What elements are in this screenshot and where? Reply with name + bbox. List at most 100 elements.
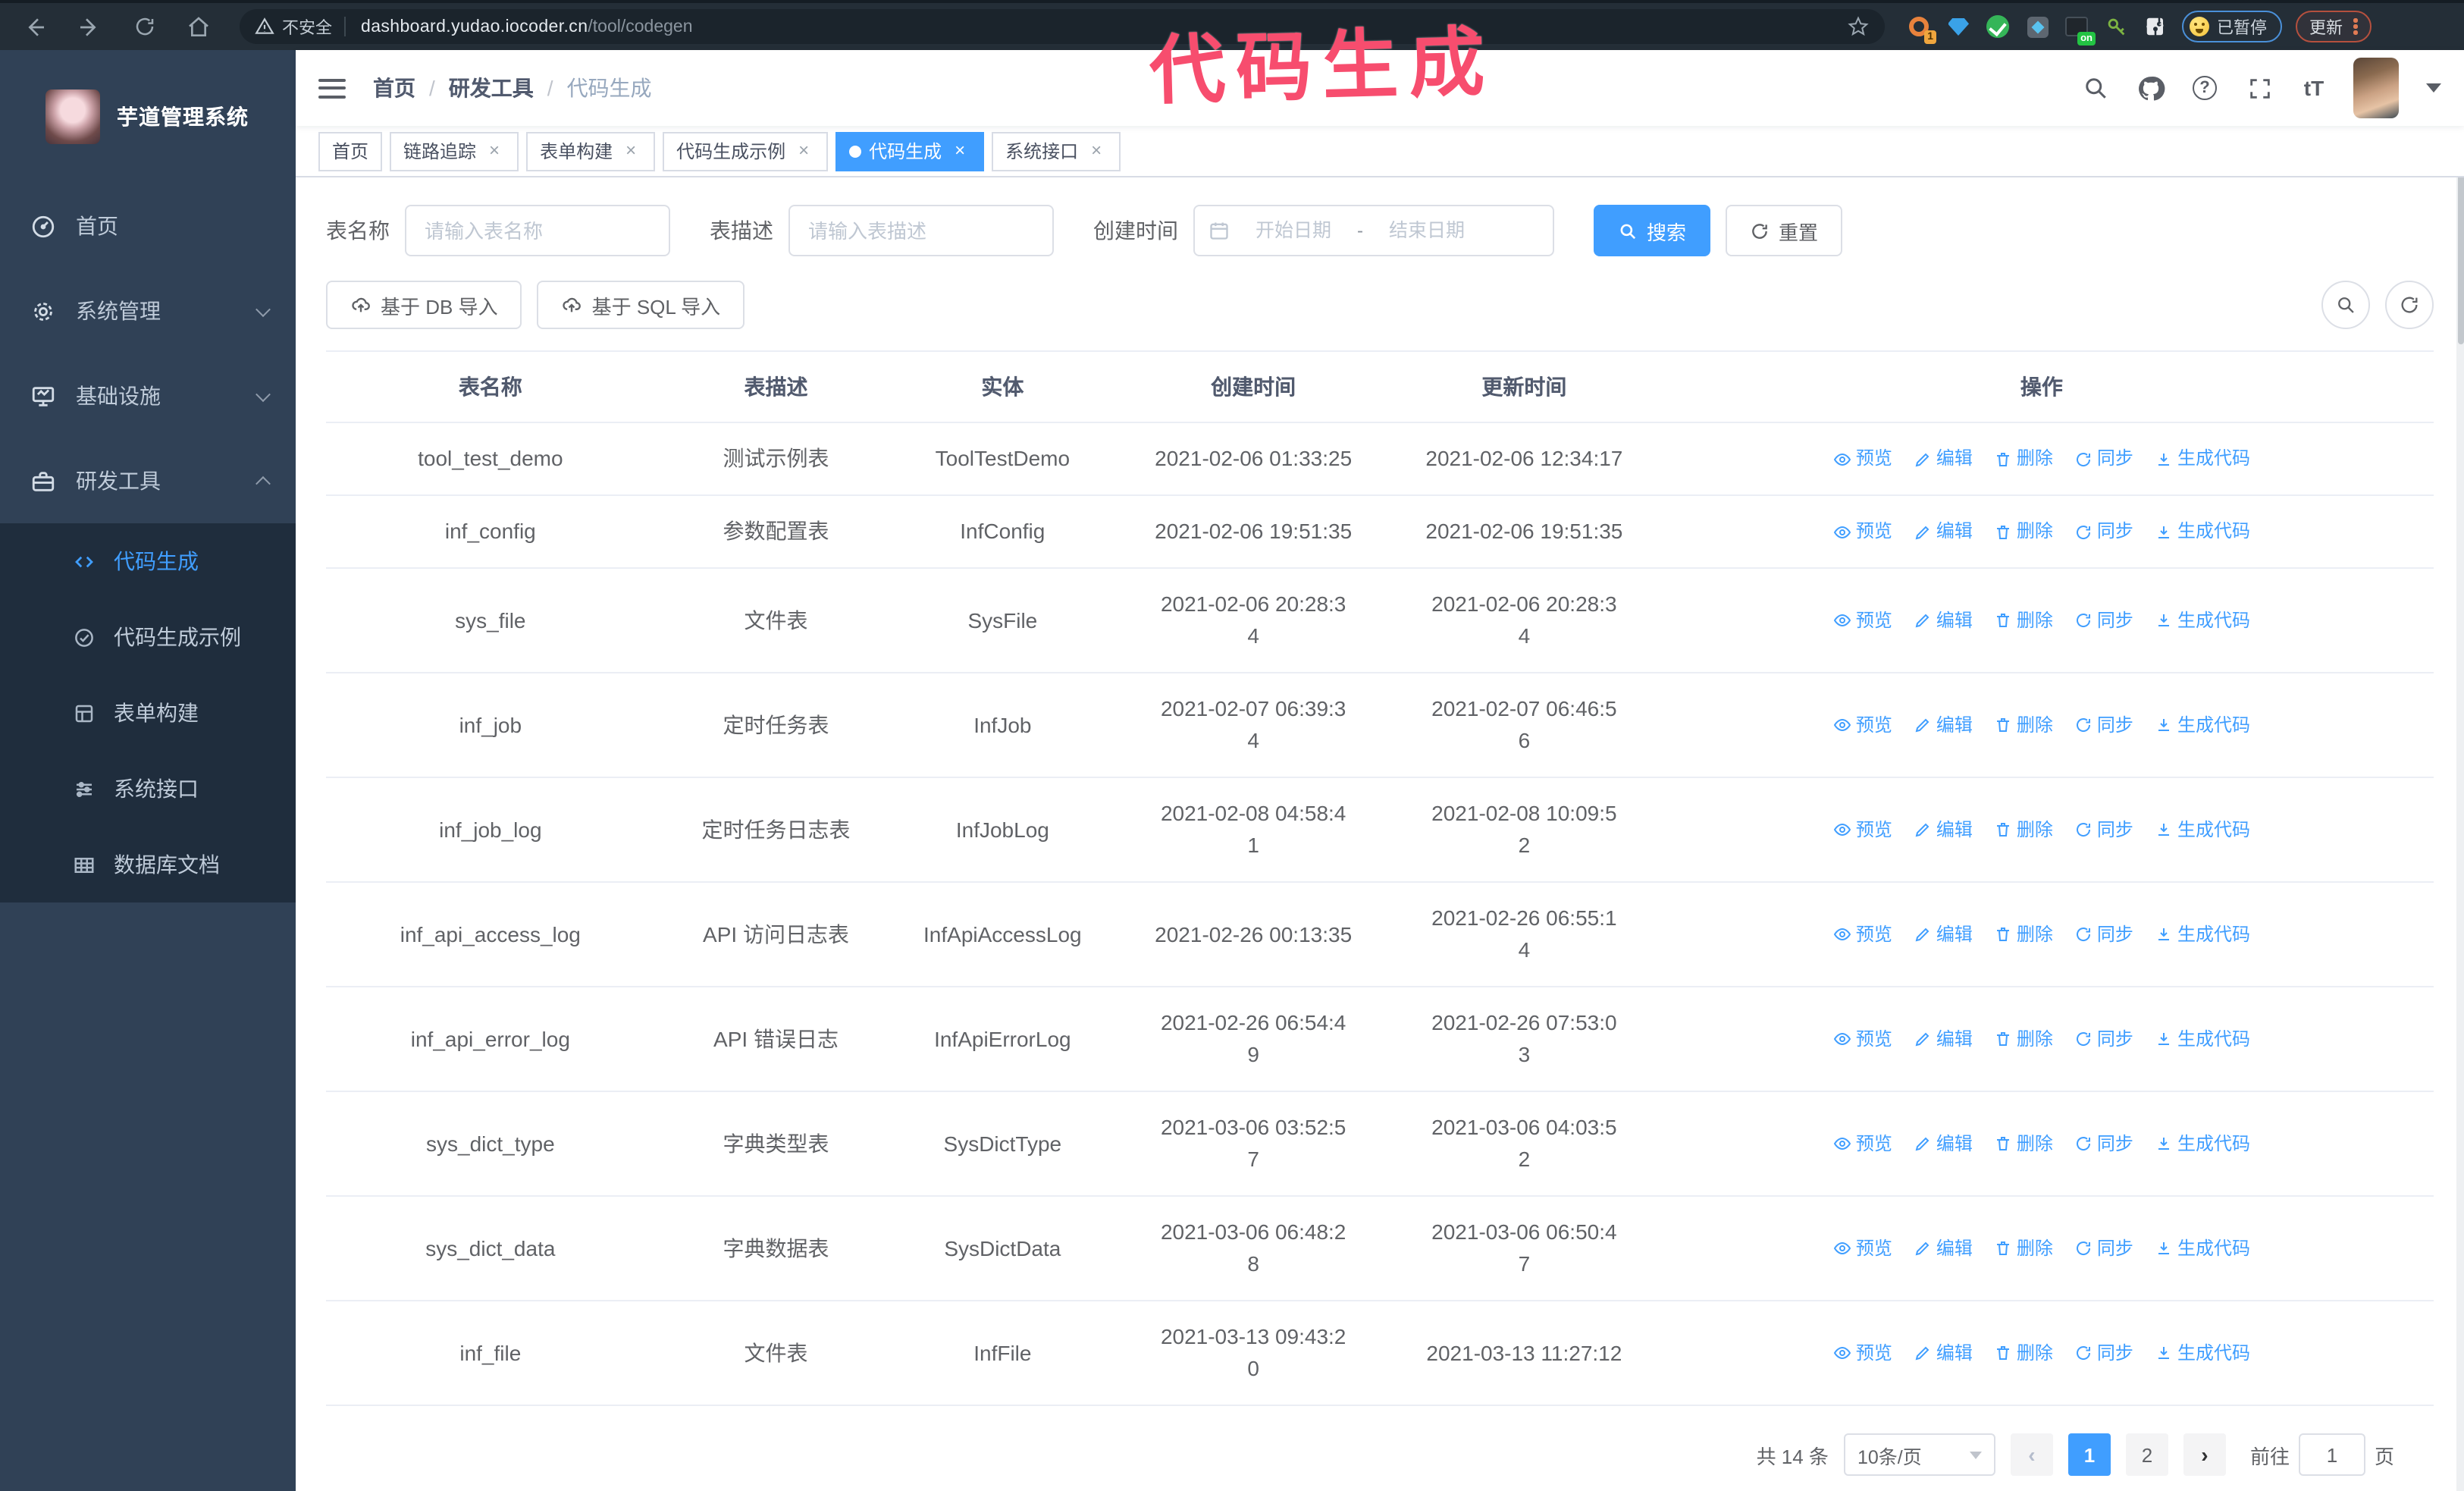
reset-button[interactable]: 重置 [1726,205,1843,256]
generate-code-action[interactable]: 生成代码 [2155,604,2250,636]
toggle-search-button[interactable] [2321,281,2370,329]
generate-code-action[interactable]: 生成代码 [2155,1337,2250,1369]
generate-code-action[interactable]: 生成代码 [2155,516,2250,548]
page-scrollbar[interactable] [2456,50,2464,1491]
import-sql-button[interactable]: 基于 SQL 导入 [537,281,745,329]
sync-action[interactable]: 同步 [2074,604,2133,636]
edit-action[interactable]: 编辑 [1914,1337,1973,1369]
fullscreen-icon[interactable] [2244,73,2274,103]
sync-action[interactable]: 同步 [2074,516,2133,548]
preview-action[interactable]: 预览 [1833,1232,1892,1264]
profile-paused-pill[interactable]: 已暂停 [2182,11,2282,42]
sidebar-item-form-builder[interactable]: 表单构建 [0,675,296,751]
sidebar-item-codegen-example[interactable]: 代码生成示例 [0,599,296,675]
generate-code-action[interactable]: 生成代码 [2155,1128,2250,1160]
search-icon[interactable] [2080,73,2111,103]
sidebar-item-system-api[interactable]: 系统接口 [0,751,296,827]
delete-action[interactable]: 删除 [1994,604,2053,636]
help-icon[interactable] [2190,73,2220,103]
preview-action[interactable]: 预览 [1833,604,1892,636]
delete-action[interactable]: 删除 [1994,814,2053,846]
preview-action[interactable]: 预览 [1833,443,1892,475]
tag-system-api[interactable]: 系统接口 [992,131,1121,171]
sidebar-item-infrastructure[interactable]: 基础设施 [0,353,296,438]
next-page-button[interactable]: › [2183,1433,2226,1476]
user-avatar[interactable] [2353,58,2399,118]
delete-action[interactable]: 删除 [1994,918,2053,950]
app-logo[interactable]: 芋道管理系统 [0,50,296,184]
search-button[interactable]: 搜索 [1594,205,1711,256]
browser-update-button[interactable]: 更新 [2296,11,2371,42]
browser-forward-button[interactable] [70,7,109,46]
extension-key-icon[interactable] [2103,14,2129,39]
preview-action[interactable]: 预览 [1833,918,1892,950]
close-icon[interactable] [620,140,641,162]
edit-action[interactable]: 编辑 [1914,1232,1973,1264]
prev-page-button[interactable]: ‹ [2010,1433,2053,1476]
extension-on-icon[interactable]: on [2064,14,2096,46]
sidebar-item-db-doc[interactable]: 数据库文档 [0,827,296,902]
sidebar-item-codegen[interactable]: 代码生成 [0,523,296,599]
sync-action[interactable]: 同步 [2074,1128,2133,1160]
generate-code-action[interactable]: 生成代码 [2155,709,2250,741]
extension-shield-check-icon[interactable] [1985,14,2011,39]
generate-code-action[interactable]: 生成代码 [2155,1232,2250,1264]
tag-codegen-example[interactable]: 代码生成示例 [663,131,829,171]
end-date-input[interactable] [1372,220,1481,241]
tag-form-builder[interactable]: 表单构建 [526,131,656,171]
close-icon[interactable] [1086,140,1107,162]
delete-action[interactable]: 删除 [1994,1337,2053,1369]
preview-action[interactable]: 预览 [1833,709,1892,741]
goto-page-input[interactable] [2298,1433,2365,1476]
delete-action[interactable]: 删除 [1994,1128,2053,1160]
tag-codegen-active[interactable]: 代码生成 [835,131,985,171]
sync-action[interactable]: 同步 [2074,814,2133,846]
sync-action[interactable]: 同步 [2074,1023,2133,1055]
preview-action[interactable]: 预览 [1833,814,1892,846]
refresh-table-button[interactable] [2385,281,2434,329]
generate-code-action[interactable]: 生成代码 [2155,918,2250,950]
start-date-input[interactable] [1239,220,1348,241]
table-desc-input[interactable] [788,205,1054,256]
sidebar-item-home[interactable]: 首页 [0,184,296,268]
close-icon[interactable] [949,140,970,162]
delete-action[interactable]: 删除 [1994,1023,2053,1055]
sidebar-item-dev-tools[interactable]: 研发工具 [0,438,296,523]
extension-puzzle-icon[interactable] [2143,14,2168,39]
browser-home-button[interactable] [179,7,218,46]
table-name-input[interactable] [405,205,670,256]
close-icon[interactable] [484,140,505,162]
preview-action[interactable]: 预览 [1833,1128,1892,1160]
sync-action[interactable]: 同步 [2074,1232,2133,1264]
browser-menu-icon[interactable] [2353,18,2357,35]
font-size-icon[interactable] [2299,73,2329,103]
delete-action[interactable]: 删除 [1994,709,2053,741]
page-button-1[interactable]: 1 [2067,1433,2111,1476]
import-db-button[interactable]: 基于 DB 导入 [326,281,522,329]
address-bar[interactable]: 不安全 dashboard.yudao.iocoder.cn /tool/cod… [240,9,1885,44]
page-button-2[interactable]: 2 [2125,1433,2168,1476]
delete-action[interactable]: 删除 [1994,1232,2053,1264]
sidebar-toggle-icon[interactable] [318,78,346,98]
edit-action[interactable]: 编辑 [1914,918,1973,950]
tag-trace[interactable]: 链路追踪 [390,131,519,171]
preview-action[interactable]: 预览 [1833,1337,1892,1369]
page-size-select[interactable]: 10条/页 [1843,1433,1995,1476]
close-icon[interactable] [793,140,814,162]
delete-action[interactable]: 删除 [1994,516,2053,548]
preview-action[interactable]: 预览 [1833,1023,1892,1055]
generate-code-action[interactable]: 生成代码 [2155,1023,2250,1055]
extension-sliders-icon[interactable] [2024,14,2050,39]
generate-code-action[interactable]: 生成代码 [2155,814,2250,846]
generate-code-action[interactable]: 生成代码 [2155,443,2250,475]
sync-action[interactable]: 同步 [2074,1337,2133,1369]
edit-action[interactable]: 编辑 [1914,1128,1973,1160]
edit-action[interactable]: 编辑 [1914,443,1973,475]
date-range-picker[interactable]: - [1193,205,1554,256]
bookmark-star-icon[interactable] [1847,15,1870,38]
sync-action[interactable]: 同步 [2074,918,2133,950]
extension-orange-icon[interactable]: 1 [1906,14,1936,44]
avatar-caret-down-icon[interactable] [2426,83,2441,93]
breadcrumb-home[interactable]: 首页 [373,73,415,103]
edit-action[interactable]: 编辑 [1914,814,1973,846]
